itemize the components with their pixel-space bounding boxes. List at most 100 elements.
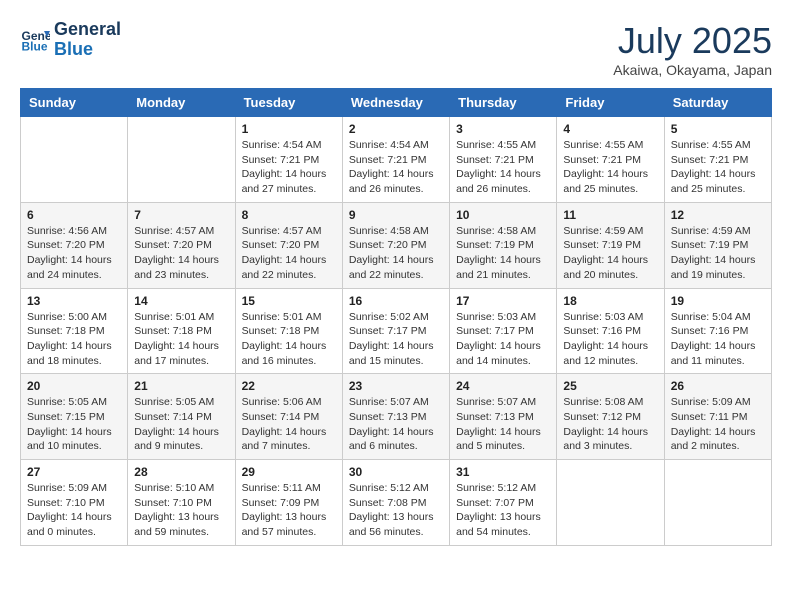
calendar-cell: 22 Sunrise: 5:06 AM Sunset: 7:14 PM Dayli… (235, 374, 342, 460)
calendar-cell: 16 Sunrise: 5:02 AM Sunset: 7:17 PM Dayli… (342, 288, 449, 374)
day-number: 12 (671, 208, 765, 222)
day-number: 26 (671, 379, 765, 393)
calendar-cell: 19Sunrise: 5:04 AM Sunset: 7:16 PM Dayli… (664, 288, 771, 374)
header-sunday: Sunday (21, 89, 128, 117)
day-info: Sunrise: 5:08 AM Sunset: 7:12 PM Dayligh… (563, 395, 657, 454)
day-info: Sunrise: 4:57 AM Sunset: 7:20 PM Dayligh… (242, 224, 336, 283)
day-info: Sunrise: 5:07 AM Sunset: 7:13 PM Dayligh… (456, 395, 550, 454)
calendar-cell: 31 Sunrise: 5:12 AM Sunset: 7:07 PM Dayli… (450, 460, 557, 546)
calendar-cell: 13Sunrise: 5:00 AM Sunset: 7:18 PM Dayli… (21, 288, 128, 374)
day-number: 24 (456, 379, 550, 393)
calendar-week-row: 27 Sunrise: 5:09 AM Sunset: 7:10 PM Dayli… (21, 460, 772, 546)
calendar-cell: 18 Sunrise: 5:03 AM Sunset: 7:16 PM Dayli… (557, 288, 664, 374)
calendar-cell: 15 Sunrise: 5:01 AM Sunset: 7:18 PM Dayli… (235, 288, 342, 374)
day-number: 18 (563, 294, 657, 308)
day-number: 16 (349, 294, 443, 308)
calendar-cell: 6Sunrise: 4:56 AM Sunset: 7:20 PM Daylig… (21, 202, 128, 288)
svg-text:Blue: Blue (22, 39, 48, 53)
calendar-cell: 23Sunrise: 5:07 AM Sunset: 7:13 PM Dayli… (342, 374, 449, 460)
day-number: 21 (134, 379, 228, 393)
calendar-cell: 25 Sunrise: 5:08 AM Sunset: 7:12 PM Dayli… (557, 374, 664, 460)
day-info: Sunrise: 4:59 AM Sunset: 7:19 PM Dayligh… (671, 224, 765, 283)
day-number: 10 (456, 208, 550, 222)
calendar-cell: 7 Sunrise: 4:57 AM Sunset: 7:20 PM Daylig… (128, 202, 235, 288)
header-monday: Monday (128, 89, 235, 117)
day-number: 2 (349, 122, 443, 136)
day-info: Sunrise: 5:01 AM Sunset: 7:18 PM Dayligh… (134, 310, 228, 369)
calendar-header-row: Sunday Monday Tuesday Wednesday Thursday… (21, 89, 772, 117)
day-info: Sunrise: 5:10 AM Sunset: 7:10 PM Dayligh… (134, 481, 228, 540)
calendar-cell: 8 Sunrise: 4:57 AM Sunset: 7:20 PM Daylig… (235, 202, 342, 288)
calendar-cell: 5 Sunrise: 4:55 AM Sunset: 7:21 PM Daylig… (664, 117, 771, 203)
day-info: Sunrise: 5:02 AM Sunset: 7:17 PM Dayligh… (349, 310, 443, 369)
calendar-cell (128, 117, 235, 203)
day-info: Sunrise: 5:03 AM Sunset: 7:16 PM Dayligh… (563, 310, 657, 369)
calendar-cell: 2 Sunrise: 4:54 AM Sunset: 7:21 PM Daylig… (342, 117, 449, 203)
day-info: Sunrise: 4:54 AM Sunset: 7:21 PM Dayligh… (349, 138, 443, 197)
calendar-week-row: 13Sunrise: 5:00 AM Sunset: 7:18 PM Dayli… (21, 288, 772, 374)
day-info: Sunrise: 5:06 AM Sunset: 7:14 PM Dayligh… (242, 395, 336, 454)
day-info: Sunrise: 4:56 AM Sunset: 7:20 PM Dayligh… (27, 224, 121, 283)
logo-icon: General Blue (20, 25, 50, 55)
calendar-week-row: 6Sunrise: 4:56 AM Sunset: 7:20 PM Daylig… (21, 202, 772, 288)
header-tuesday: Tuesday (235, 89, 342, 117)
day-number: 22 (242, 379, 336, 393)
day-info: Sunrise: 4:54 AM Sunset: 7:21 PM Dayligh… (242, 138, 336, 197)
calendar-cell: 10 Sunrise: 4:58 AM Sunset: 7:19 PM Dayli… (450, 202, 557, 288)
day-info: Sunrise: 5:09 AM Sunset: 7:10 PM Dayligh… (27, 481, 121, 540)
day-number: 17 (456, 294, 550, 308)
day-number: 15 (242, 294, 336, 308)
calendar-cell: 21 Sunrise: 5:05 AM Sunset: 7:14 PM Dayli… (128, 374, 235, 460)
calendar-week-row: 1Sunrise: 4:54 AM Sunset: 7:21 PM Daylig… (21, 117, 772, 203)
logo: General Blue General Blue (20, 20, 121, 60)
calendar-table: Sunday Monday Tuesday Wednesday Thursday… (20, 88, 772, 546)
calendar-cell: 24 Sunrise: 5:07 AM Sunset: 7:13 PM Dayli… (450, 374, 557, 460)
title-area: July 2025 Akaiwa, Okayama, Japan (613, 20, 772, 78)
header-friday: Friday (557, 89, 664, 117)
day-number: 7 (134, 208, 228, 222)
day-info: Sunrise: 4:57 AM Sunset: 7:20 PM Dayligh… (134, 224, 228, 283)
day-number: 5 (671, 122, 765, 136)
day-number: 20 (27, 379, 121, 393)
day-info: Sunrise: 5:03 AM Sunset: 7:17 PM Dayligh… (456, 310, 550, 369)
day-info: Sunrise: 5:12 AM Sunset: 7:08 PM Dayligh… (349, 481, 443, 540)
day-info: Sunrise: 5:05 AM Sunset: 7:14 PM Dayligh… (134, 395, 228, 454)
day-info: Sunrise: 5:11 AM Sunset: 7:09 PM Dayligh… (242, 481, 336, 540)
calendar-cell: 9 Sunrise: 4:58 AM Sunset: 7:20 PM Daylig… (342, 202, 449, 288)
day-number: 25 (563, 379, 657, 393)
day-info: Sunrise: 4:55 AM Sunset: 7:21 PM Dayligh… (563, 138, 657, 197)
day-number: 29 (242, 465, 336, 479)
header-wednesday: Wednesday (342, 89, 449, 117)
day-number: 11 (563, 208, 657, 222)
calendar-cell: 11Sunrise: 4:59 AM Sunset: 7:19 PM Dayli… (557, 202, 664, 288)
calendar-cell (21, 117, 128, 203)
day-number: 27 (27, 465, 121, 479)
calendar-cell: 3Sunrise: 4:55 AM Sunset: 7:21 PM Daylig… (450, 117, 557, 203)
day-number: 30 (349, 465, 443, 479)
calendar-cell: 27 Sunrise: 5:09 AM Sunset: 7:10 PM Dayli… (21, 460, 128, 546)
calendar-week-row: 20 Sunrise: 5:05 AM Sunset: 7:15 PM Dayli… (21, 374, 772, 460)
day-info: Sunrise: 5:01 AM Sunset: 7:18 PM Dayligh… (242, 310, 336, 369)
logo-text: General Blue (54, 20, 121, 60)
day-info: Sunrise: 5:05 AM Sunset: 7:15 PM Dayligh… (27, 395, 121, 454)
calendar-cell: 4Sunrise: 4:55 AM Sunset: 7:21 PM Daylig… (557, 117, 664, 203)
calendar-cell: 17 Sunrise: 5:03 AM Sunset: 7:17 PM Dayli… (450, 288, 557, 374)
day-number: 9 (349, 208, 443, 222)
calendar-cell (664, 460, 771, 546)
day-info: Sunrise: 5:00 AM Sunset: 7:18 PM Dayligh… (27, 310, 121, 369)
day-number: 31 (456, 465, 550, 479)
day-info: Sunrise: 5:07 AM Sunset: 7:13 PM Dayligh… (349, 395, 443, 454)
day-info: Sunrise: 4:58 AM Sunset: 7:20 PM Dayligh… (349, 224, 443, 283)
day-number: 8 (242, 208, 336, 222)
day-info: Sunrise: 5:09 AM Sunset: 7:11 PM Dayligh… (671, 395, 765, 454)
calendar-cell: 1Sunrise: 4:54 AM Sunset: 7:21 PM Daylig… (235, 117, 342, 203)
day-number: 14 (134, 294, 228, 308)
day-info: Sunrise: 4:55 AM Sunset: 7:21 PM Dayligh… (671, 138, 765, 197)
calendar-cell (557, 460, 664, 546)
day-number: 3 (456, 122, 550, 136)
day-info: Sunrise: 4:58 AM Sunset: 7:19 PM Dayligh… (456, 224, 550, 283)
calendar-cell: 26 Sunrise: 5:09 AM Sunset: 7:11 PM Dayli… (664, 374, 771, 460)
calendar-cell: 28Sunrise: 5:10 AM Sunset: 7:10 PM Dayli… (128, 460, 235, 546)
day-info: Sunrise: 5:12 AM Sunset: 7:07 PM Dayligh… (456, 481, 550, 540)
calendar-cell: 29 Sunrise: 5:11 AM Sunset: 7:09 PM Dayli… (235, 460, 342, 546)
